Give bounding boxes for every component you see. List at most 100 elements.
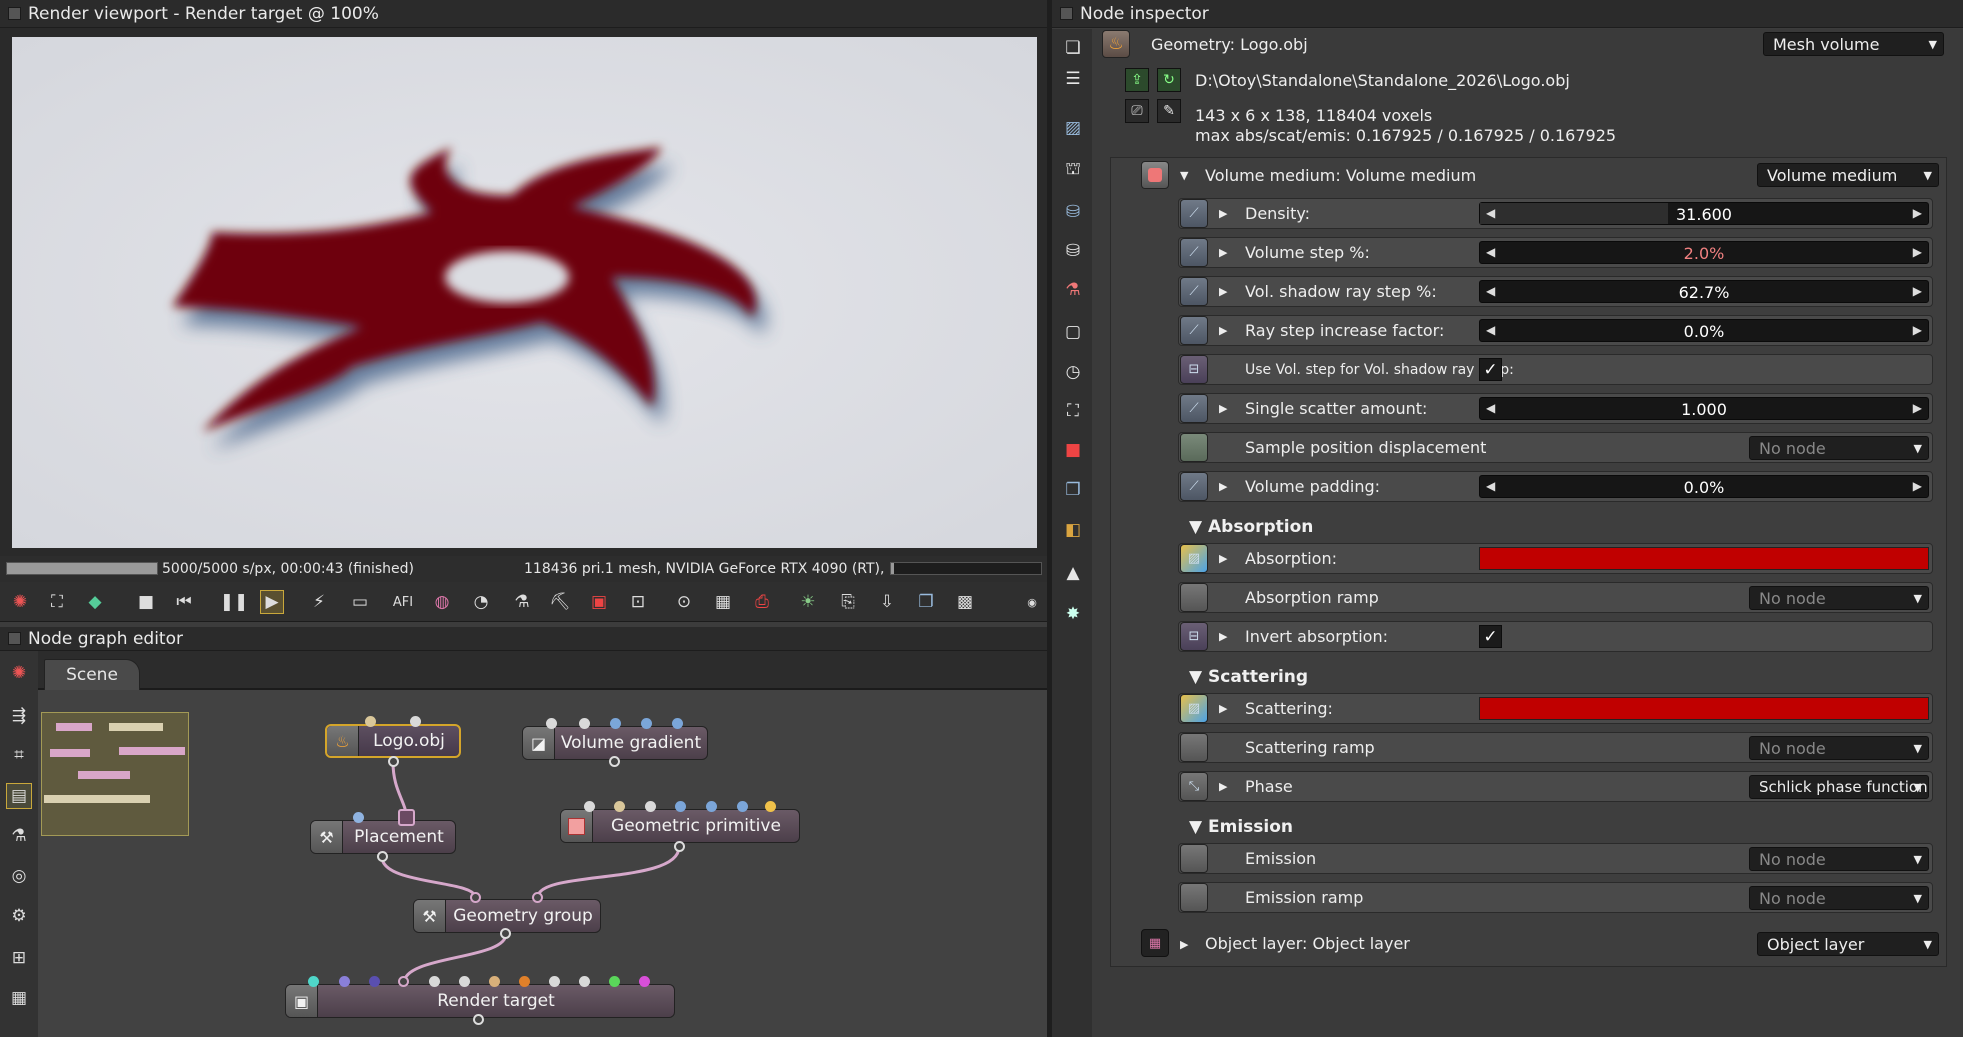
scattering-ramp-dropdown[interactable]: No node ▼ <box>1749 736 1929 760</box>
input-pin[interactable] <box>429 976 440 987</box>
vol-padding-slider[interactable]: ◀ 0.0% ▶ <box>1479 475 1929 498</box>
input-pin[interactable] <box>579 976 590 987</box>
input-pin[interactable] <box>641 718 652 729</box>
empty-slot-icon[interactable] <box>1180 583 1208 612</box>
node-geometric-primitive[interactable]: Geometric primitive <box>560 809 800 843</box>
absorption-section-header[interactable]: ▼ Absorption <box>1189 517 1313 537</box>
input-pin[interactable] <box>765 801 776 812</box>
layers-icon[interactable]: ❐ <box>1060 477 1086 503</box>
input-pin-connected[interactable] <box>470 892 481 903</box>
refresh-icon[interactable]: ↻ <box>1157 68 1181 92</box>
input-pin[interactable] <box>645 801 656 812</box>
phase-dropdown[interactable]: Schlick phase function ▼ <box>1749 775 1929 799</box>
ray-step-factor-slider[interactable]: ◀ 0.0% ▶ <box>1479 319 1929 342</box>
curve-icon[interactable]: ⟋ <box>1180 394 1208 423</box>
absorption-ramp-dropdown[interactable]: No node ▼ <box>1749 586 1929 610</box>
input-pin[interactable] <box>610 718 621 729</box>
output-pin[interactable] <box>388 756 399 767</box>
increment-arrow-icon[interactable]: ▶ <box>1913 206 1922 220</box>
toggle-icon[interactable]: ⊟ <box>1180 622 1208 651</box>
invert-absorption-checkbox[interactable]: ✓ <box>1479 625 1502 648</box>
texture-swatch-icon[interactable]: ▨ <box>1180 544 1208 573</box>
density-slider[interactable]: ◀ 31.600 ▶ <box>1479 202 1929 225</box>
input-pin[interactable] <box>549 976 560 987</box>
imager-icon[interactable]: ▢ <box>1060 319 1086 345</box>
input-pin[interactable] <box>339 976 350 987</box>
output-pin[interactable] <box>473 1014 484 1025</box>
increment-arrow-icon[interactable]: ▶ <box>1913 479 1922 493</box>
image-icon[interactable]: ▨ <box>1060 115 1086 141</box>
expand-triangle-icon[interactable]: ▶ <box>1219 552 1227 565</box>
scattering-color-swatch[interactable] <box>1479 697 1929 720</box>
input-pin[interactable] <box>609 976 620 987</box>
cube-icon[interactable]: ■ <box>1060 437 1086 463</box>
input-pin[interactable] <box>489 976 500 987</box>
use-vol-step-checkbox[interactable]: ✓ <box>1479 358 1502 381</box>
empty-slot-icon[interactable] <box>1180 883 1208 912</box>
node-volume-gradient[interactable]: ◪ Volume gradient <box>522 726 708 760</box>
reload-file-icon[interactable]: ⇪ <box>1125 68 1149 92</box>
expand-triangle-icon[interactable]: ▶ <box>1219 246 1227 259</box>
input-pin[interactable] <box>672 718 683 729</box>
increment-arrow-icon[interactable]: ▶ <box>1913 323 1922 337</box>
expand-triangle-icon[interactable]: ▶ <box>1219 630 1227 643</box>
input-pin[interactable] <box>365 716 376 727</box>
volume-medium-dropdown[interactable]: Volume medium ▼ <box>1757 163 1939 187</box>
empty-slot-icon[interactable] <box>1180 433 1208 462</box>
input-pin[interactable] <box>308 976 319 987</box>
collapse-icon[interactable]: ☰ <box>1060 66 1086 92</box>
input-pin[interactable] <box>614 801 625 812</box>
sample-disp-dropdown[interactable]: No node ▼ <box>1749 436 1929 460</box>
expand-triangle-icon[interactable]: ▶ <box>1219 324 1227 337</box>
expand-triangle-icon[interactable]: ▶ <box>1219 402 1227 415</box>
input-pin[interactable] <box>675 801 686 812</box>
curve-icon[interactable]: ⟋ <box>1180 472 1208 501</box>
emission-section-header[interactable]: ▼ Emission <box>1189 817 1293 837</box>
empty-slot-icon[interactable] <box>1180 733 1208 762</box>
node-logo-obj[interactable]: ♨ Logo.obj <box>325 724 461 758</box>
expand-triangle-icon[interactable]: ▶ <box>1219 207 1227 220</box>
input-pin[interactable] <box>369 976 380 987</box>
box-icon[interactable]: ◧ <box>1060 517 1086 543</box>
input-pin[interactable] <box>410 716 421 727</box>
object-layer-dropdown[interactable]: Object layer ▼ <box>1757 932 1939 956</box>
environment-icon[interactable]: ⛁ <box>1060 199 1086 225</box>
animation-clock-icon[interactable]: ◷ <box>1060 359 1086 385</box>
input-pin-connected[interactable] <box>398 976 409 987</box>
geometry-type-dropdown[interactable]: Mesh volume ▼ <box>1763 32 1944 56</box>
texture-swatch-icon[interactable]: ▨ <box>1180 694 1208 723</box>
absorption-color-swatch[interactable] <box>1479 547 1929 570</box>
empty-slot-icon[interactable] <box>1180 844 1208 873</box>
sun-icon[interactable]: ✸ <box>1060 601 1086 627</box>
output-pin[interactable] <box>609 756 620 767</box>
input-pin[interactable] <box>519 976 530 987</box>
output-pin[interactable] <box>500 928 511 939</box>
input-pin[interactable] <box>706 801 717 812</box>
environment2-icon[interactable]: ⛁ <box>1060 238 1086 264</box>
toggle-icon[interactable]: ⊟ <box>1180 355 1208 384</box>
camera-icon[interactable]: ⛫ <box>1060 157 1086 183</box>
input-pin[interactable] <box>639 976 650 987</box>
output-pin[interactable] <box>377 851 388 862</box>
emission-dropdown[interactable]: No node ▼ <box>1749 847 1929 871</box>
expand-triangle-icon[interactable]: ▶ <box>1180 938 1188 951</box>
input-pin[interactable] <box>353 812 364 823</box>
scattering-section-header[interactable]: ▼ Scattering <box>1189 667 1308 687</box>
curve-icon[interactable]: ⟋ <box>1180 199 1208 228</box>
emission-ramp-dropdown[interactable]: No node ▼ <box>1749 886 1929 910</box>
output-pin[interactable] <box>674 841 685 852</box>
input-pin[interactable] <box>459 976 470 987</box>
input-pin[interactable] <box>737 801 748 812</box>
collapse-triangle-icon[interactable]: ▼ <box>1180 169 1188 182</box>
input-pin-connected[interactable] <box>398 809 415 826</box>
increment-arrow-icon[interactable]: ▶ <box>1913 284 1922 298</box>
material-icon[interactable]: ⚗ <box>1060 277 1086 303</box>
wrench-icon[interactable]: ✎ <box>1157 99 1181 123</box>
phase-function-icon[interactable]: ⤡ <box>1180 772 1208 801</box>
expand-triangle-icon[interactable]: ▶ <box>1219 780 1227 793</box>
curve-icon[interactable]: ⟋ <box>1180 316 1208 345</box>
curve-icon[interactable]: ⟋ <box>1180 238 1208 267</box>
expand-triangle-icon[interactable]: ▶ <box>1219 285 1227 298</box>
increment-arrow-icon[interactable]: ▶ <box>1913 245 1922 259</box>
shadow-step-slider[interactable]: ◀ 62.7% ▶ <box>1479 280 1929 303</box>
